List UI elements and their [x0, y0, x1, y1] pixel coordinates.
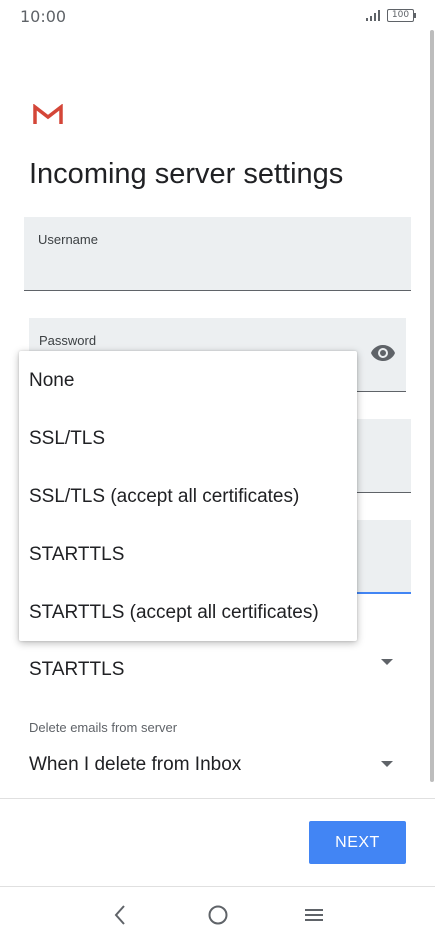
back-icon[interactable]	[112, 904, 128, 926]
menu-item-starttls-accept-all[interactable]: STARTTLS (accept all certificates)	[29, 602, 319, 624]
battery-tip	[414, 13, 416, 18]
gmail-logo	[33, 104, 63, 124]
username-field[interactable]: Username	[24, 217, 411, 291]
recents-icon[interactable]	[304, 904, 324, 926]
security-options-menu: None SSL/TLS SSL/TLS (accept all certifi…	[19, 351, 357, 641]
security-type-value[interactable]: STARTTLS	[29, 659, 124, 681]
next-button[interactable]: NEXT	[309, 821, 406, 864]
delete-emails-value[interactable]: When I delete from Inbox	[29, 754, 241, 776]
divider	[0, 798, 435, 799]
caret-down-icon[interactable]	[381, 659, 393, 665]
caret-down-icon[interactable]	[381, 761, 393, 767]
signal-icon	[366, 10, 380, 21]
home-icon[interactable]	[207, 904, 229, 926]
status-bar: 10:00 100	[0, 0, 435, 30]
menu-item-starttls[interactable]: STARTTLS	[29, 544, 124, 566]
menu-item-none[interactable]: None	[29, 370, 74, 392]
status-time: 10:00	[20, 7, 67, 26]
menu-item-ssl-tls-accept-all[interactable]: SSL/TLS (accept all certificates)	[29, 486, 299, 508]
username-label: Username	[38, 232, 98, 247]
delete-emails-label: Delete emails from server	[29, 720, 178, 735]
menu-item-ssl-tls[interactable]: SSL/TLS	[29, 428, 105, 450]
battery-icon: 100	[387, 9, 414, 22]
eye-icon[interactable]	[370, 344, 396, 362]
scrollbar[interactable]	[430, 30, 434, 782]
password-label: Password	[39, 333, 97, 348]
navigation-bar	[0, 887, 435, 944]
page-title: Incoming server settings	[29, 158, 344, 190]
